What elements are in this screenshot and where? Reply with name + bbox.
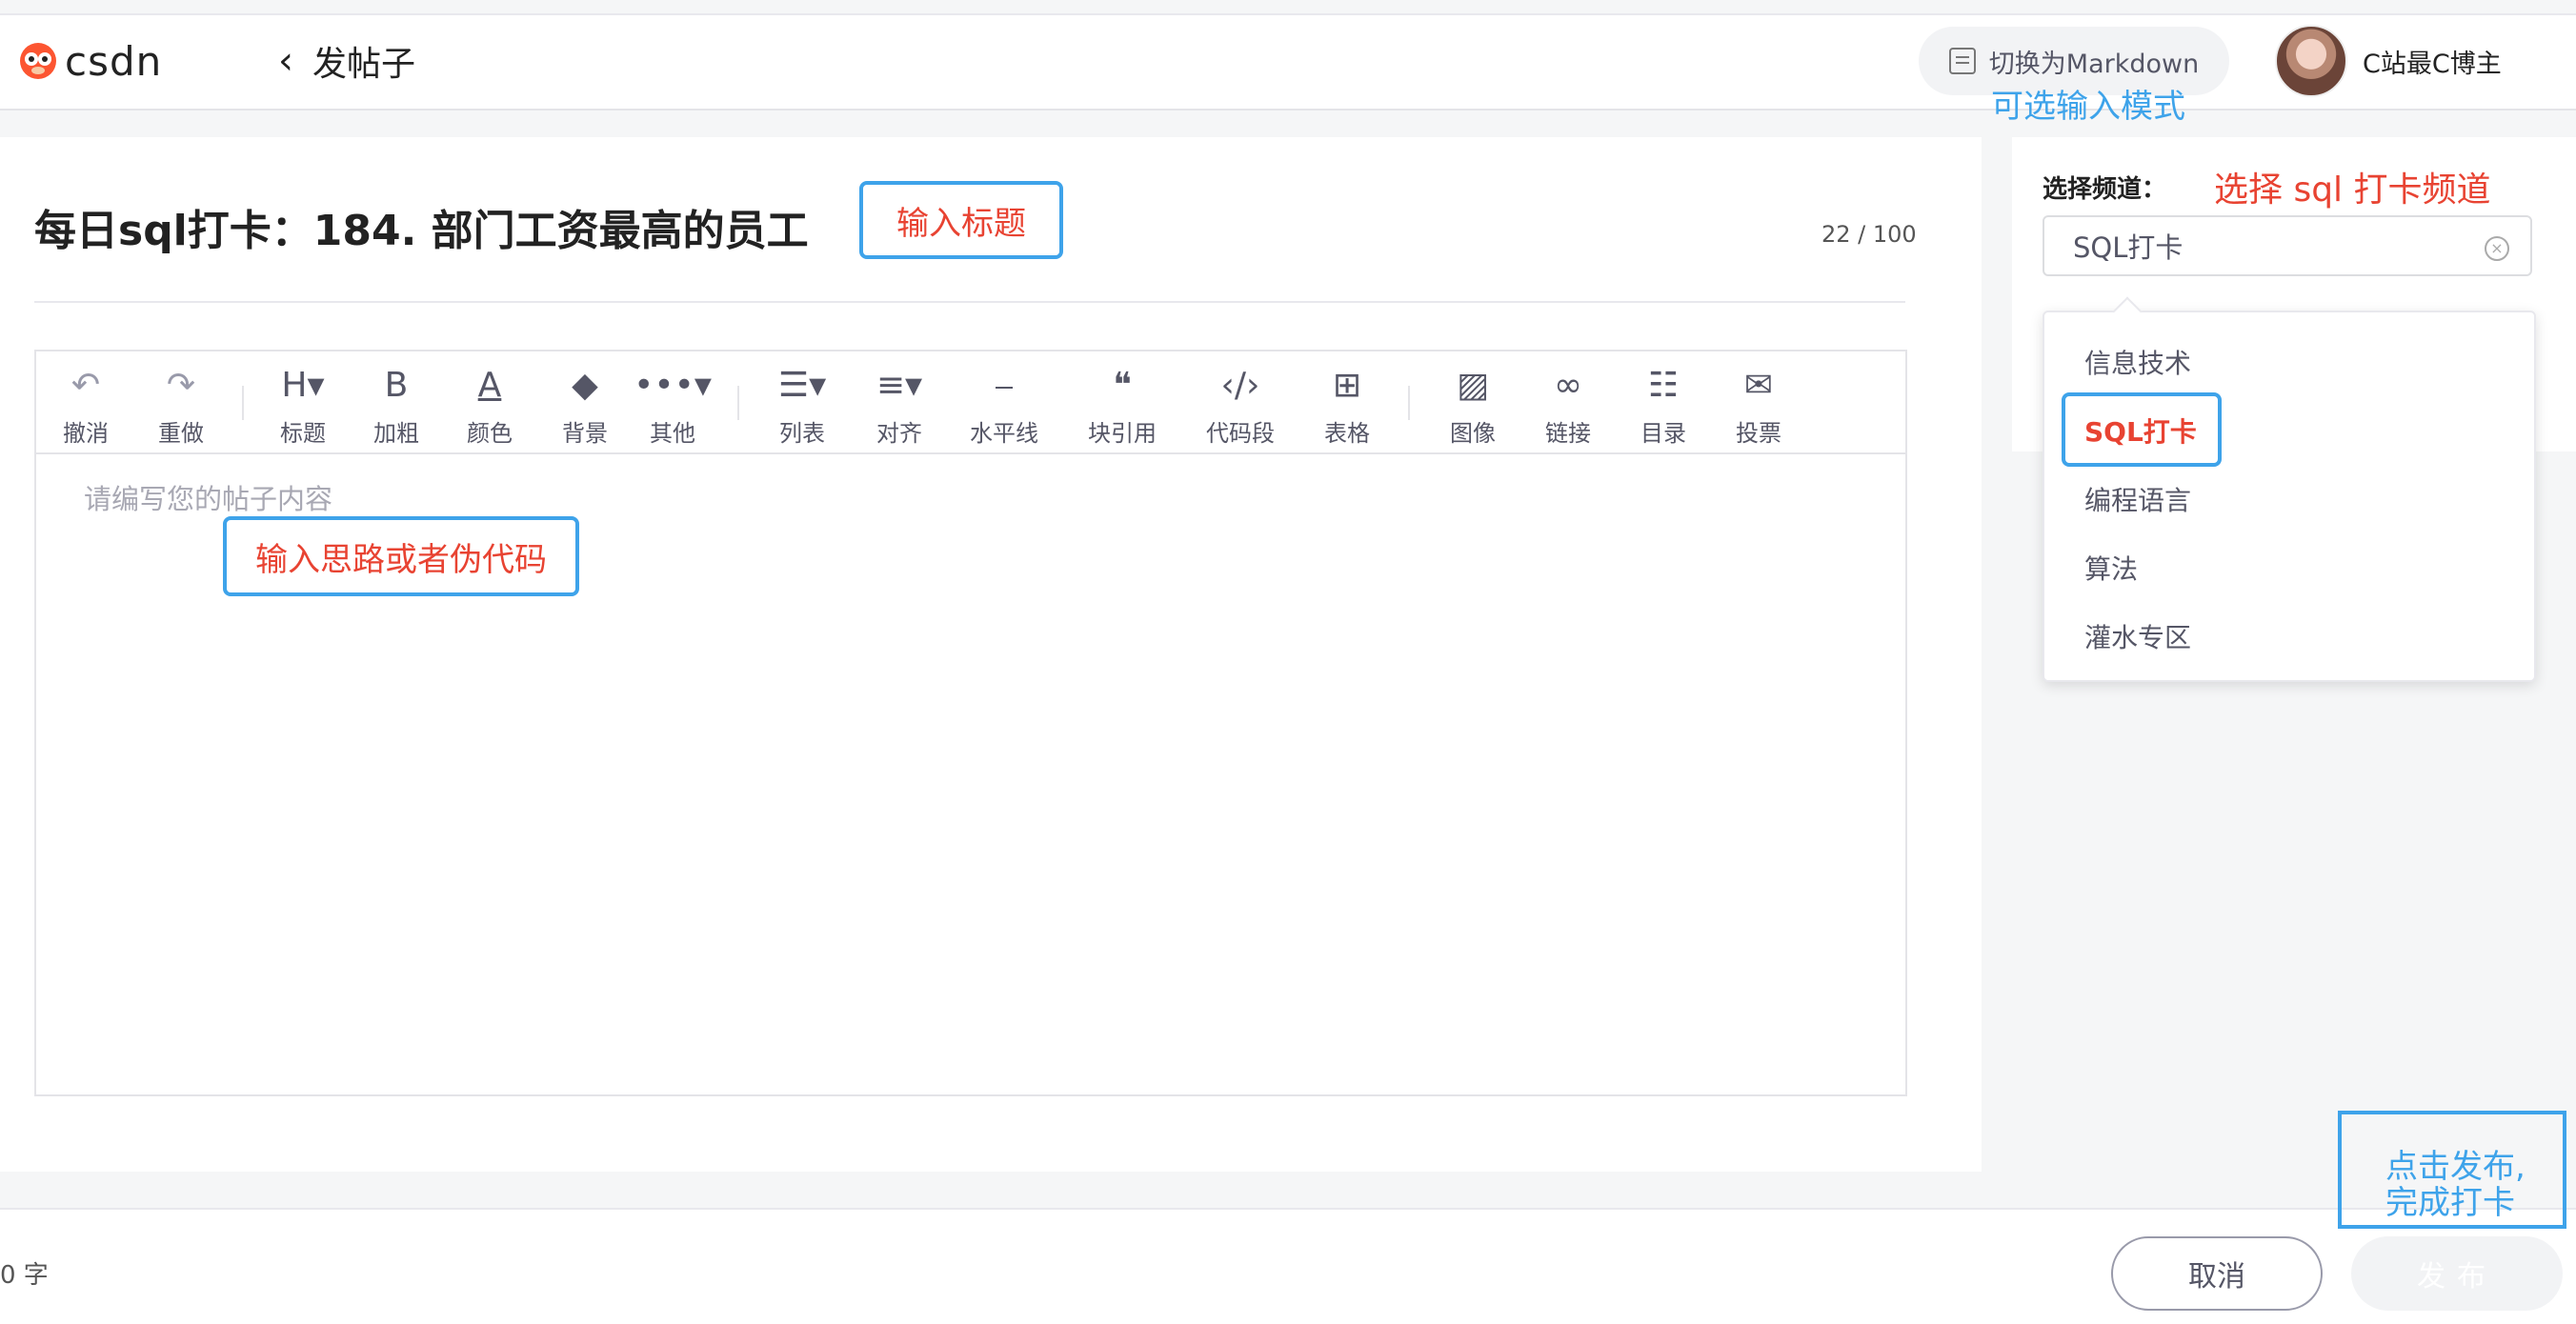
heading-button[interactable]: H▾ 标题 [265,367,341,448]
vote-button[interactable]: ✉ 投票 [1721,367,1797,448]
toolbar-separator [737,386,739,420]
channel-option[interactable]: 算法 [2084,549,2138,587]
channel-select[interactable]: SQL打卡 × [2043,215,2532,276]
word-count: 0 字 [0,1261,49,1290]
title-divider [34,301,1905,303]
channel-label: 选择频道： [2043,175,2167,204]
channel-selected-value: SQL打卡 [2073,231,2184,264]
heading-icon: H▾ [281,366,325,405]
align-button[interactable]: ≡▾ 对齐 [861,367,937,448]
code-icon: ‹/› [1220,366,1260,405]
quote-icon: ❝ [1113,366,1132,405]
toc-label: 目录 [1640,420,1686,447]
toolbar-separator [1408,386,1410,420]
title-char-counter: 22 / 100 [1821,221,1917,248]
more-label: 其他 [650,420,695,447]
monkey-logo-icon [20,43,56,79]
channel-hint: 选择 sql 打卡频道 [2214,171,2491,210]
undo-button[interactable]: ↶ 撤消 [48,367,124,448]
toolbar-separator [242,386,244,420]
user-name: C站最C博主 [2363,49,2502,79]
table-label: 表格 [1324,420,1370,447]
vote-label: 投票 [1736,420,1781,447]
image-button[interactable]: ▨ 图像 [1435,367,1511,448]
selected-channel-highlight [2062,392,2222,467]
back-button[interactable]: ‹ 发帖子 [278,36,415,86]
markdown-switch-label: 切换为Markdown [1988,49,2200,79]
channel-dropdown: 信息技术 SQL打卡 编程语言 算法 灌水专区 [2043,311,2536,682]
image-label: 图像 [1450,420,1496,447]
vote-icon: ✉ [1743,366,1774,405]
channel-option[interactable]: 灌水专区 [2084,617,2191,655]
logo-text: csdn [65,37,163,85]
align-label: 对齐 [876,420,922,447]
link-button[interactable]: ∞ 链接 [1530,367,1606,448]
undo-label: 撤消 [63,420,109,447]
heading-label: 标题 [280,420,326,447]
publish-callout-line2: 完成打卡 [2385,1184,2515,1222]
publish-callout: 点击发布, 完成打卡 [2338,1111,2566,1229]
content-placeholder: 请编写您的帖子内容 [84,483,333,515]
blockquote-label: 块引用 [1088,420,1157,447]
table-button[interactable]: ⊞ 表格 [1309,367,1385,448]
clear-icon[interactable]: × [2485,236,2509,261]
horizontal-rule-button[interactable]: ⎯ 水平线 [966,367,1042,448]
cancel-button[interactable]: 取消 [2111,1236,2323,1311]
bold-button[interactable]: B 加粗 [358,367,434,448]
title-callout: 输入标题 [859,181,1063,259]
markdown-icon [1948,48,1976,74]
horizontal-rule-icon: ⎯ [996,366,1013,405]
toc-icon: ☷ [1647,366,1680,405]
link-label: 链接 [1545,420,1591,447]
link-icon: ∞ [1554,366,1582,405]
list-label: 列表 [779,420,825,447]
bold-label: 加粗 [373,420,419,447]
channel-option[interactable]: 编程语言 [2084,480,2191,518]
publish-button[interactable]: 发布 [2351,1236,2563,1311]
font-color-icon: A [477,366,502,405]
post-title-input[interactable]: 每日sql打卡：184. 部门工资最高的员工 [34,196,809,257]
redo-label: 重做 [158,420,204,447]
blockquote-button[interactable]: ❝ 块引用 [1084,367,1160,448]
channel-option[interactable]: 信息技术 [2084,343,2191,381]
avatar[interactable] [2275,25,2347,97]
background-label: 背景 [562,420,608,447]
editor-toolbar: ↶ 撤消 ↷ 重做 H▾ 标题 B 加粗 A 颜色 ◆ 背景 •••▾ 其他 ☰▾ 列表 ≡▾ 对… [36,351,1905,454]
code-block-label: 代码段 [1206,420,1275,447]
redo-button[interactable]: ↷ 重做 [143,367,219,448]
content-callout: 输入思路或者伪代码 [223,516,579,596]
bold-icon: B [384,366,409,405]
more-icon: •••▾ [634,366,712,405]
rich-text-editor[interactable]: ↶ 撤消 ↷ 重做 H▾ 标题 B 加粗 A 颜色 ◆ 背景 •••▾ 其他 ☰▾ 列表 ≡▾ 对… [34,350,1907,1096]
align-icon: ≡▾ [875,366,923,405]
font-color-label: 颜色 [467,420,513,447]
publish-callout-line1: 点击发布, [2385,1148,2526,1186]
table-icon: ⊞ [1332,366,1362,405]
toc-button[interactable]: ☷ 目录 [1625,367,1701,448]
markdown-hint: 可选输入模式 [1991,88,2185,126]
csdn-logo[interactable]: csdn [17,32,179,90]
page-title: 发帖子 [312,45,416,84]
list-icon: ☰▾ [777,366,827,405]
image-icon: ▨ [1456,366,1489,405]
redo-icon: ↷ [166,366,196,405]
more-button[interactable]: •••▾ 其他 [634,366,712,448]
paint-bucket-icon: ◆ [572,366,598,405]
horizontal-rule-label: 水平线 [970,420,1038,447]
chevron-left-icon: ‹ [278,39,293,83]
font-color-button[interactable]: A 颜色 [452,367,528,448]
background-color-button[interactable]: ◆ 背景 [547,367,623,448]
user-menu[interactable]: C站最C博主 [2275,25,2502,97]
code-block-button[interactable]: ‹/› 代码段 [1202,367,1278,448]
list-button[interactable]: ☰▾ 列表 [764,367,840,448]
undo-icon: ↶ [70,366,101,405]
